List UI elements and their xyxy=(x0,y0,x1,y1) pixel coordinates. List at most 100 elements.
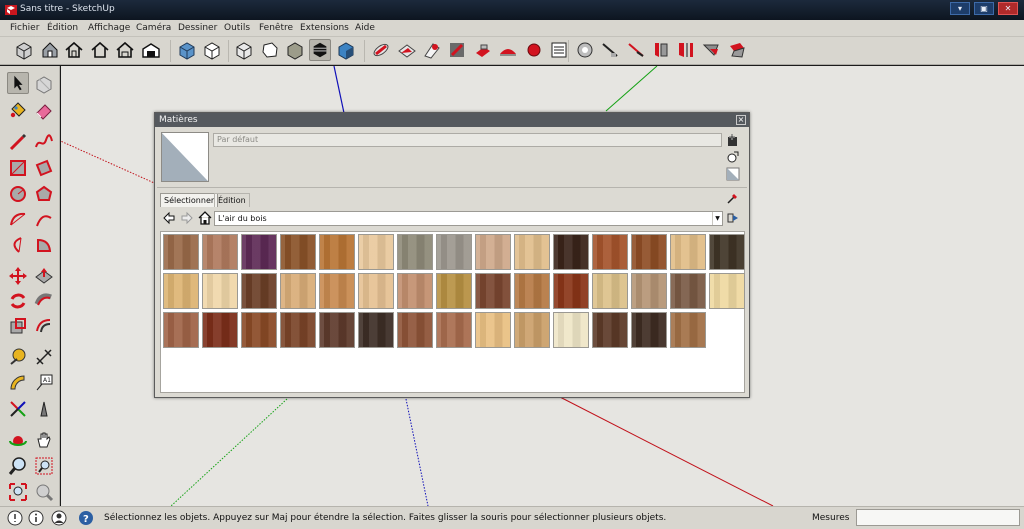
close-button[interactable]: ✕ xyxy=(998,2,1018,15)
material-swatch[interactable] xyxy=(670,312,706,348)
material-swatch[interactable] xyxy=(631,273,667,309)
house-outline-icon[interactable] xyxy=(63,39,85,61)
material-swatch[interactable] xyxy=(397,234,433,270)
material-swatch[interactable] xyxy=(202,273,238,309)
rectangle-icon[interactable] xyxy=(7,157,29,179)
push-pull-icon[interactable] xyxy=(33,265,55,287)
axes-icon[interactable] xyxy=(7,398,29,420)
menu-camera[interactable]: Caméra xyxy=(136,23,171,33)
orbit-icon[interactable] xyxy=(7,429,29,451)
tab-edit[interactable]: Édition xyxy=(214,193,250,207)
material-swatch[interactable] xyxy=(592,312,628,348)
material-swatch[interactable] xyxy=(202,312,238,348)
3d-text-icon[interactable] xyxy=(33,398,55,420)
material-swatch[interactable] xyxy=(280,234,316,270)
text-icon[interactable]: A1 xyxy=(33,372,55,394)
pie-icon[interactable] xyxy=(33,234,55,256)
material-swatch[interactable] xyxy=(514,234,550,270)
polygon-icon[interactable] xyxy=(33,183,55,205)
material-swatch[interactable] xyxy=(397,273,433,309)
tab-select[interactable]: Sélectionner xyxy=(160,193,219,207)
flip-edge-icon[interactable] xyxy=(548,39,570,61)
material-swatch[interactable] xyxy=(709,273,745,309)
material-swatch[interactable] xyxy=(358,234,394,270)
sandbox-contours-icon[interactable] xyxy=(396,39,418,61)
material-swatch[interactable] xyxy=(475,312,511,348)
back-view-icon[interactable] xyxy=(284,39,306,61)
material-swatch[interactable] xyxy=(163,234,199,270)
move-icon[interactable] xyxy=(7,265,29,287)
material-swatch[interactable] xyxy=(553,273,589,309)
eraser-icon[interactable] xyxy=(33,99,55,121)
protractor-icon[interactable] xyxy=(7,372,29,394)
add-detail-icon[interactable] xyxy=(523,39,545,61)
zoom-extents-icon[interactable] xyxy=(7,481,29,503)
paint-bucket-icon[interactable] xyxy=(7,99,29,121)
material-swatch[interactable] xyxy=(202,234,238,270)
forward-arrow-icon[interactable] xyxy=(180,211,194,225)
menu-dessiner[interactable]: Dessiner xyxy=(178,23,217,33)
three-point-arc-icon[interactable] xyxy=(7,234,29,256)
material-swatch[interactable] xyxy=(670,273,706,309)
material-swatch[interactable] xyxy=(358,312,394,348)
circle-icon[interactable] xyxy=(7,183,29,205)
solid-trim-icon[interactable] xyxy=(675,39,697,61)
house-icon[interactable] xyxy=(39,39,61,61)
position-camera-icon[interactable] xyxy=(33,481,55,503)
material-swatch[interactable] xyxy=(436,234,472,270)
pan-icon[interactable] xyxy=(33,429,55,451)
hidden-line-style-icon[interactable] xyxy=(309,39,331,61)
material-swatch[interactable] xyxy=(163,273,199,309)
house-side-icon[interactable] xyxy=(114,39,136,61)
material-swatch[interactable] xyxy=(514,273,550,309)
select-icon[interactable] xyxy=(7,72,29,94)
stamp-icon[interactable] xyxy=(472,39,494,61)
sandbox-scratch-icon[interactable] xyxy=(421,39,443,61)
material-swatch[interactable] xyxy=(241,273,277,309)
material-swatch[interactable] xyxy=(514,312,550,348)
menu-outils[interactable]: Outils xyxy=(224,23,250,33)
scale-icon[interactable] xyxy=(7,315,29,337)
make-component-icon[interactable] xyxy=(33,73,55,95)
chevron-down-icon[interactable]: ▼ xyxy=(712,212,722,225)
material-swatch[interactable] xyxy=(241,234,277,270)
collection-select[interactable]: L'air du bois ▼ xyxy=(214,211,723,226)
material-swatch[interactable] xyxy=(709,234,745,270)
material-swatch[interactable] xyxy=(631,234,667,270)
house-front-icon[interactable] xyxy=(89,39,111,61)
restore-button[interactable]: ▣ xyxy=(974,2,994,15)
material-swatch[interactable] xyxy=(436,312,472,348)
zoom-icon[interactable] xyxy=(7,455,29,477)
material-swatch[interactable] xyxy=(670,234,706,270)
dimension-icon[interactable] xyxy=(33,346,55,368)
freehand-icon[interactable] xyxy=(33,131,55,153)
material-swatch[interactable] xyxy=(592,234,628,270)
material-swatch[interactable] xyxy=(319,234,355,270)
menu-aide[interactable]: Aide xyxy=(355,23,375,33)
top-view-icon[interactable] xyxy=(201,39,223,61)
material-swatch[interactable] xyxy=(280,273,316,309)
sample-paint-icon[interactable] xyxy=(726,150,740,164)
material-swatch[interactable] xyxy=(631,312,667,348)
pencil-icon[interactable] xyxy=(7,131,29,153)
solid-union-icon[interactable] xyxy=(625,39,647,61)
geolocation-icon[interactable] xyxy=(7,510,23,526)
material-swatch[interactable] xyxy=(553,312,589,348)
user-account-icon[interactable] xyxy=(51,510,67,526)
material-swatch[interactable] xyxy=(241,312,277,348)
help-icon[interactable]: ? xyxy=(78,510,94,526)
smoove-icon[interactable] xyxy=(446,39,468,61)
drape-icon[interactable] xyxy=(497,39,519,61)
material-swatch[interactable] xyxy=(475,234,511,270)
two-point-arc-icon[interactable] xyxy=(33,209,55,231)
menu-edition[interactable]: Édition xyxy=(47,23,78,33)
material-swatch[interactable] xyxy=(319,273,355,309)
solid-outer-shell-icon[interactable] xyxy=(574,39,596,61)
credits-icon[interactable] xyxy=(28,510,44,526)
solid-intersect-icon[interactable] xyxy=(599,39,621,61)
eyedropper-icon[interactable] xyxy=(726,191,740,205)
follow-me-icon[interactable] xyxy=(33,290,55,312)
material-name-field[interactable]: Par défaut xyxy=(213,133,722,147)
rotate-icon[interactable] xyxy=(7,290,29,312)
close-icon[interactable]: × xyxy=(736,115,746,125)
